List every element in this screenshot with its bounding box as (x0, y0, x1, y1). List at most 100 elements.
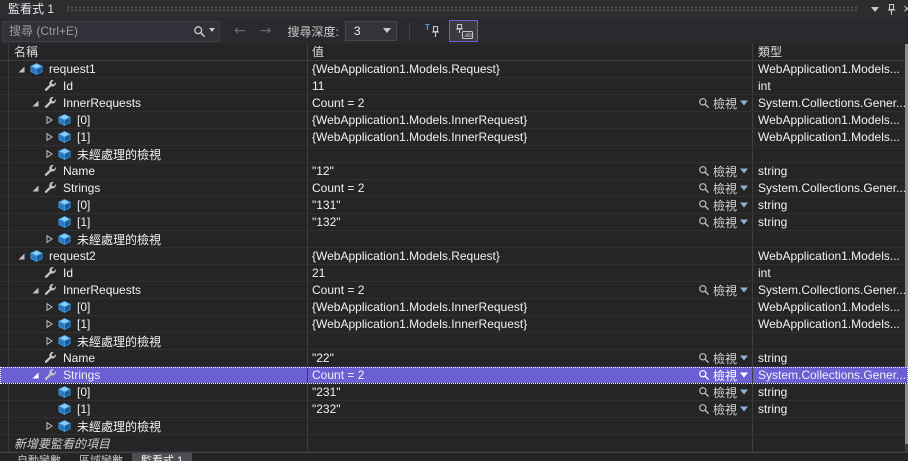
row-value: "12" (312, 164, 334, 178)
table-row[interactable]: 未經處理的檢視 (0, 146, 908, 163)
table-row[interactable]: InnerRequests Count = 2 檢視 System.Collec… (0, 95, 908, 112)
view-button[interactable]: 檢視 (698, 163, 752, 179)
expand-arrow-icon[interactable] (30, 183, 43, 193)
column-header-name[interactable]: 名稱 (0, 44, 308, 60)
close-icon: × (903, 1, 908, 16)
add-watch-row[interactable]: 新增要監看的項目 (0, 435, 908, 452)
row-type: WebApplication1.Models... (758, 317, 900, 331)
table-row[interactable]: Id 21 int (0, 265, 908, 282)
table-row[interactable]: 未經處理的檢視 (0, 418, 908, 435)
table-row[interactable]: InnerRequests Count = 2 檢視 System.Collec… (0, 282, 908, 299)
table-row[interactable]: request1 {WebApplication1.Models.Request… (0, 61, 908, 78)
table-row[interactable]: [0] "131" 檢視 string (0, 197, 908, 214)
view-button[interactable]: 檢視 (698, 214, 752, 230)
object-icon (57, 232, 73, 246)
expand-arrow-icon[interactable] (44, 319, 57, 329)
pin-values-button[interactable]: ab (448, 20, 478, 42)
table-row[interactable]: [1] {WebApplication1.Models.InnerRequest… (0, 129, 908, 146)
pin-to-source-button[interactable]: T (420, 20, 447, 42)
view-button[interactable]: 檢視 (698, 350, 752, 366)
view-button[interactable]: 檢視 (698, 367, 752, 383)
table-row[interactable]: [1] "232" 檢視 string (0, 401, 908, 418)
expand-arrow-icon[interactable] (16, 251, 29, 261)
row-type (753, 231, 908, 247)
property-icon (43, 266, 59, 280)
search-input[interactable] (9, 24, 193, 38)
view-button[interactable]: 檢視 (698, 282, 752, 298)
window-menu-button[interactable] (867, 1, 883, 17)
object-icon (57, 215, 73, 229)
tab-autos[interactable]: 自動變數 (8, 453, 70, 461)
row-name: 未經處理的檢視 (77, 147, 162, 162)
view-button[interactable]: 檢視 (698, 180, 752, 196)
row-type (753, 418, 908, 434)
row-name: Id (63, 79, 74, 93)
property-icon (43, 351, 59, 365)
row-name: 未經處理的檢視 (77, 334, 162, 349)
expand-arrow-icon[interactable] (44, 132, 57, 142)
search-depth-select[interactable]: 3 (344, 21, 397, 41)
column-header-value[interactable]: 值 (308, 44, 753, 60)
tab-watch1[interactable]: 監看式 1 (132, 453, 193, 461)
expand-arrow-icon[interactable] (44, 149, 57, 159)
search-options-button[interactable] (193, 25, 215, 38)
expand-arrow-icon[interactable] (16, 64, 29, 74)
expand-arrow-icon[interactable] (30, 98, 43, 108)
expand-arrow-icon[interactable] (44, 421, 57, 431)
expand-arrow-icon[interactable] (44, 234, 57, 244)
search-back-button[interactable]: ← (234, 18, 246, 44)
pin-to-source-icon: T (425, 23, 439, 37)
table-row[interactable]: [1] {WebApplication1.Models.InnerRequest… (0, 316, 908, 333)
object-icon (57, 300, 73, 314)
expand-arrow-icon[interactable] (30, 370, 43, 380)
row-value: Count = 2 (312, 368, 365, 382)
table-row[interactable]: [1] "132" 檢視 string (0, 214, 908, 231)
close-button[interactable]: × (899, 1, 908, 17)
row-type: string (758, 215, 788, 229)
svg-text:ab: ab (464, 32, 472, 39)
table-row[interactable]: [0] {WebApplication1.Models.InnerRequest… (0, 112, 908, 129)
table-row[interactable]: Strings Count = 2 檢視 System.Collections.… (0, 367, 908, 384)
table-row[interactable]: Id 11 int (0, 78, 908, 95)
search-forward-button[interactable]: → (260, 18, 272, 44)
view-button[interactable]: 檢視 (698, 95, 752, 111)
row-type: int (758, 266, 771, 280)
view-button[interactable]: 檢視 (698, 197, 752, 213)
table-row[interactable]: Name "12" 檢視 string (0, 163, 908, 180)
column-header-type[interactable]: 類型 (753, 44, 908, 60)
row-type: string (758, 164, 788, 178)
table-row[interactable]: Strings Count = 2 檢視 System.Collections.… (0, 180, 908, 197)
search-icon (194, 25, 206, 37)
pin-button[interactable] (883, 1, 899, 17)
table-row[interactable]: 未經處理的檢視 (0, 333, 908, 350)
expand-arrow-icon[interactable] (44, 302, 57, 312)
row-name: Strings (63, 181, 101, 195)
drag-handle[interactable] (66, 6, 857, 12)
tab-locals[interactable]: 區域變數 (70, 453, 132, 461)
row-name: [1] (77, 130, 91, 144)
row-name: 未經處理的檢視 (77, 419, 162, 434)
row-value: "132" (312, 215, 341, 229)
view-button[interactable]: 檢視 (698, 401, 752, 417)
magnifier-icon (699, 353, 710, 364)
table-row[interactable]: [0] {WebApplication1.Models.InnerRequest… (0, 299, 908, 316)
expand-arrow-icon[interactable] (44, 336, 57, 346)
expand-arrow-icon[interactable] (44, 115, 57, 125)
table-row[interactable]: 未經處理的檢視 (0, 231, 908, 248)
table-row[interactable]: Name "22" 檢視 string (0, 350, 908, 367)
chevron-down-icon (740, 355, 748, 361)
property-icon (43, 283, 59, 297)
row-name: Strings (63, 368, 101, 382)
row-value: {WebApplication1.Models.InnerRequest} (312, 130, 528, 144)
expand-arrow-icon[interactable] (30, 285, 43, 295)
view-button[interactable]: 檢視 (698, 384, 752, 400)
table-row[interactable]: [0] "231" 檢視 string (0, 384, 908, 401)
table-row[interactable]: request2 {WebApplication1.Models.Request… (0, 248, 908, 265)
